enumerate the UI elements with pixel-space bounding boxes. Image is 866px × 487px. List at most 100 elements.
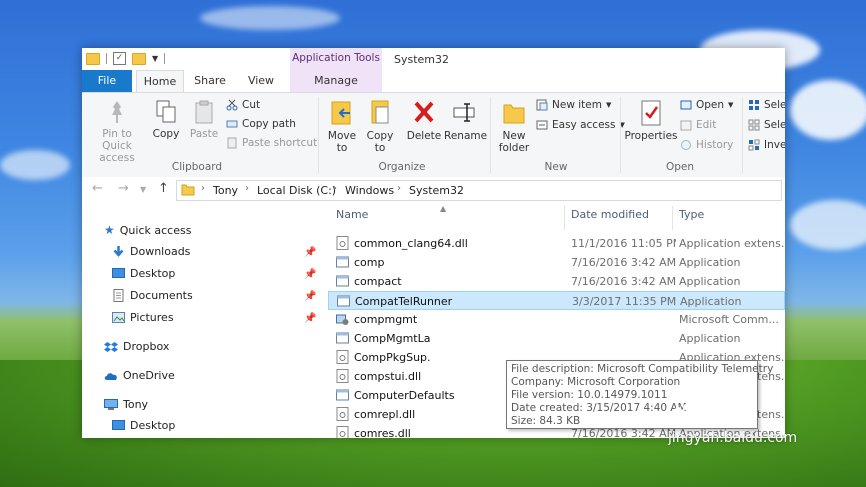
- paste-button[interactable]: Paste: [186, 99, 222, 140]
- file-type: Application: [679, 275, 741, 288]
- delete-button[interactable]: Delete: [406, 99, 442, 142]
- nav-onedrive[interactable]: OneDrive: [104, 369, 175, 382]
- tab-home[interactable]: Home: [136, 70, 184, 93]
- tab-share[interactable]: Share: [186, 70, 234, 92]
- copy-button[interactable]: Copy: [150, 99, 182, 140]
- group-separator: [490, 97, 491, 173]
- nav-item-documents[interactable]: Documents: [112, 289, 193, 302]
- properties-check-icon[interactable]: ✓: [113, 52, 126, 65]
- open-group-label: Open: [665, 161, 695, 173]
- forward-arrow-icon[interactable]: →: [118, 181, 129, 196]
- copy-label: Copy: [152, 128, 180, 140]
- file-row[interactable]: common_clang64.dll 11/1/2016 11:05 PM Appl…: [328, 234, 785, 253]
- nav-onedrive-label: OneDrive: [123, 369, 175, 382]
- breadcrumb-chevron-icon[interactable]: ›: [397, 183, 401, 194]
- properties-label: Properties: [624, 130, 678, 142]
- back-arrow-icon[interactable]: ←: [92, 181, 103, 196]
- tooltip-company: Company: Microsoft Corporation: [511, 376, 681, 388]
- up-arrow-icon[interactable]: ↑: [158, 181, 169, 196]
- file-type: Application: [680, 295, 742, 308]
- nav-item-pictures[interactable]: Pictures: [112, 311, 174, 324]
- nav-pc-desktop[interactable]: Desktop: [112, 419, 175, 432]
- desktop-icon: [112, 419, 125, 430]
- pin-icon[interactable]: 📌: [304, 247, 316, 258]
- nav-this-pc[interactable]: Tony: [104, 398, 148, 411]
- invert-selection-button[interactable]: Inve: [748, 139, 785, 151]
- copy-path-button[interactable]: Copy path: [226, 118, 296, 130]
- file-type: Application extens...: [679, 237, 785, 250]
- file-row[interactable]: CompMgmtLa Application: [328, 329, 785, 348]
- tab-manage[interactable]: Manage: [290, 70, 382, 92]
- column-header-date[interactable]: Date modified: [571, 208, 649, 228]
- dropdown-arrow-icon: ▼: [728, 101, 734, 109]
- select-all-button[interactable]: Sele: [748, 99, 785, 111]
- nav-item-downloads[interactable]: Downloads: [112, 245, 190, 258]
- move-to-button[interactable]: Move to: [324, 99, 360, 154]
- cut-label: Cut: [242, 99, 261, 111]
- edit-button[interactable]: Edit: [680, 119, 716, 131]
- clipboard-group-label: Clipboard: [171, 161, 223, 173]
- select-none-button[interactable]: Sele: [748, 119, 785, 131]
- file-row[interactable]: compact 7/16/2016 3:42 AM Application: [328, 272, 785, 291]
- column-header-type[interactable]: Type: [679, 208, 704, 228]
- exe-icon: [336, 331, 349, 345]
- tab-view[interactable]: View: [238, 70, 284, 92]
- open-button[interactable]: Open ▼: [680, 99, 733, 111]
- recent-locations-chevron-icon[interactable]: ▼: [140, 185, 146, 194]
- file-row[interactable]: comp 7/16/2016 3:42 AM Application: [328, 253, 785, 272]
- copy-path-label: Copy path: [242, 118, 296, 130]
- paste-shortcut-button[interactable]: Paste shortcut: [226, 137, 317, 149]
- address-path-box[interactable]: › Tony › Local Disk (C:) › Windows › Sys…: [176, 180, 782, 201]
- breadcrumb-chevron-icon[interactable]: ›: [333, 183, 337, 194]
- edit-label: Edit: [696, 119, 717, 131]
- column-divider[interactable]: [564, 206, 565, 230]
- file-row[interactable]: compmgmt Microsoft Comm...: [328, 310, 785, 329]
- file-row[interactable]: CompatTelRunner 3/3/2017 11:35 PM Applicat…: [328, 291, 785, 310]
- breadcrumb-windows[interactable]: Windows: [345, 184, 394, 197]
- file-date-modified: 3/3/2017 11:35 PM: [572, 295, 677, 308]
- column-divider[interactable]: [672, 206, 673, 230]
- dll-icon: [336, 369, 349, 383]
- file-name: comp: [354, 256, 385, 269]
- delete-x-icon: [414, 101, 434, 123]
- file-name: compact: [354, 275, 402, 288]
- onedrive-cloud-icon: [104, 372, 117, 380]
- cut-button[interactable]: Cut: [226, 99, 260, 111]
- history-button[interactable]: History: [680, 139, 733, 151]
- easy-access-button[interactable]: Easy access ▼: [536, 119, 625, 131]
- tab-file[interactable]: File: [82, 70, 132, 92]
- delete-label: Delete: [406, 130, 442, 142]
- rename-button[interactable]: Rename: [444, 99, 487, 142]
- pin-icon[interactable]: 📌: [304, 313, 316, 324]
- breadcrumb-chevron-icon[interactable]: ›: [201, 183, 205, 194]
- nav-dropbox[interactable]: Dropbox: [104, 340, 169, 353]
- copy-to-button[interactable]: Copy to: [362, 99, 398, 154]
- file-type: Microsoft Comm...: [679, 313, 779, 326]
- column-header-name[interactable]: Name: [336, 208, 368, 228]
- file-date-modified: 11/1/2016 11:05 PM: [571, 237, 676, 250]
- pin-icon: [112, 101, 122, 123]
- new-folder-icon[interactable]: [132, 52, 146, 65]
- window-title: System32: [394, 53, 450, 66]
- easy-access-label: Easy access: [552, 119, 616, 131]
- nav-item-label: Desktop: [130, 267, 176, 280]
- breadcrumb-local-disk[interactable]: Local Disk (C:): [257, 184, 336, 197]
- new-folder-button[interactable]: New folder: [494, 99, 534, 154]
- nav-quick-access[interactable]: ★ Quick access: [104, 223, 191, 237]
- rename-icon: [453, 103, 475, 122]
- exe-icon: [336, 255, 349, 269]
- properties-button[interactable]: Properties: [624, 99, 678, 142]
- pin-icon[interactable]: 📌: [304, 269, 316, 280]
- pin-icon[interactable]: 📌: [304, 291, 316, 302]
- invert-selection-icon: [748, 139, 760, 151]
- customize-toolbar-arrow-icon[interactable]: ▼: [152, 54, 158, 63]
- breadcrumb-chevron-icon[interactable]: ›: [245, 183, 249, 194]
- paste-label: Paste: [189, 128, 219, 140]
- breadcrumb-tony[interactable]: Tony: [213, 184, 238, 197]
- breadcrumb-system32[interactable]: System32: [409, 184, 464, 197]
- file-name: CompatTelRunner: [355, 295, 453, 308]
- nav-item-desktop[interactable]: Desktop: [112, 267, 175, 280]
- pin-to-quick-access-button[interactable]: Pin to Quick access: [86, 99, 148, 164]
- new-item-button[interactable]: New item ▼: [536, 99, 611, 111]
- new-group-label: New: [544, 161, 568, 173]
